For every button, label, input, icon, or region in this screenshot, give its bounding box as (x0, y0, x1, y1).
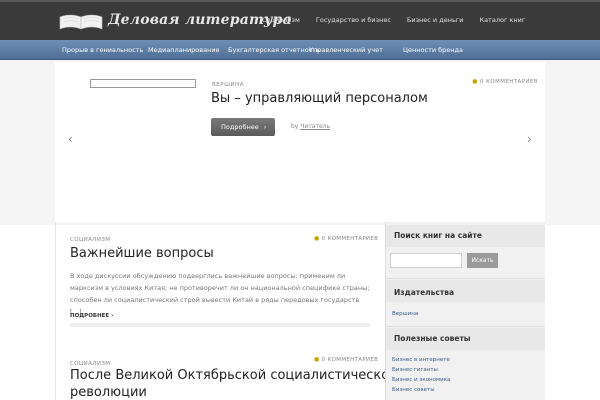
search-widget-title: Поиск книг на сайте (394, 231, 482, 240)
post-title[interactable]: После Великой Октябрьской социалистическ… (70, 368, 398, 383)
slide-byline: by Читатель (291, 123, 330, 130)
slide-more-label: Подробнее (221, 123, 259, 131)
tip-link[interactable]: Бизнес советы (392, 387, 435, 393)
chevron-left-icon[interactable]: ‹ (68, 132, 73, 146)
top-nav-item[interactable]: Бизнес и деньги (407, 16, 464, 24)
tips-widget-title: Полезные советы (394, 334, 471, 343)
slide-category[interactable]: ВЕРШИНА (212, 82, 244, 88)
tip-link[interactable]: Бизнес и экономика (392, 377, 450, 383)
slide-comments-label: 0 КОММЕНТАРИЕВ (480, 79, 538, 85)
post-more-link[interactable]: ПОДРОБНЕЕ › (70, 313, 113, 319)
comment-dot-icon: ● (472, 78, 478, 85)
open-book-icon[interactable] (58, 11, 104, 33)
publisher-link[interactable]: Вершина (392, 311, 418, 317)
category-nav-item[interactable]: Медиапланирование (148, 46, 220, 54)
top-nav: Социализм Государство и бизнес Бизнес и … (262, 16, 541, 24)
slide-title[interactable]: Вы – управляющий персоналом (211, 91, 428, 106)
site-header: Деловая литература Социализм Государство… (0, 0, 600, 40)
tip-link[interactable]: Бизнес в интернете (392, 357, 450, 363)
chevron-right-icon: › (263, 123, 267, 131)
category-nav-item[interactable]: Прорыв в гениальность (62, 46, 143, 54)
byline-label: by (291, 123, 299, 130)
post-title[interactable]: Важнейшие вопросы (70, 246, 214, 261)
tip-link[interactable]: Бизнес гиганты (392, 367, 438, 373)
slide-image-placeholder[interactable] (90, 79, 196, 88)
post-category[interactable]: СОЦИАЛИЗМ (70, 237, 110, 243)
top-nav-item[interactable]: Государство и бизнес (316, 16, 391, 24)
comment-dot-icon: ● (314, 356, 320, 363)
comment-dot-icon: ● (314, 235, 320, 242)
category-nav-item[interactable]: Управленческий учет (309, 46, 383, 54)
post-excerpt: В ходе дискуссии обсуждению подверглись … (70, 272, 370, 316)
slide-more-button[interactable]: Подробнее › (211, 118, 275, 136)
widget-divider (386, 278, 545, 279)
search-input[interactable] (390, 253, 462, 268)
chevron-right-icon[interactable]: › (527, 132, 532, 146)
category-nav-item[interactable]: Бухгалтерская отчетность (228, 46, 320, 54)
search-button[interactable]: Искать (467, 253, 498, 268)
post-comments[interactable]: ● 0 КОММЕНТАРИЕВ (314, 235, 378, 242)
post-comments-label: 0 КОММЕНТАРИЕВ (321, 236, 379, 242)
slide-comments[interactable]: ● 0 КОММЕНТАРИЕВ (472, 78, 538, 85)
content-border (55, 222, 56, 400)
category-nav-item[interactable]: Ценности бренда (403, 46, 463, 54)
publishers-widget-title: Издательства (394, 288, 455, 297)
slide-author-link[interactable]: Читатель (300, 123, 330, 130)
top-nav-item[interactable]: Социализм (262, 16, 300, 24)
post-title-continued[interactable]: революции (70, 385, 147, 400)
post-comments-label: 0 КОММЕНТАРИЕВ (321, 357, 379, 363)
post-category[interactable]: СОЦИАЛИЗМ (70, 361, 110, 367)
top-nav-item[interactable]: Каталог книг (479, 16, 525, 24)
post-comments[interactable]: ● 0 КОММЕНТАРИЕВ (314, 356, 378, 363)
post-divider (70, 323, 370, 327)
widget-divider (386, 326, 545, 327)
category-nav: Прорыв в гениальность Медиапланирование … (0, 40, 600, 60)
